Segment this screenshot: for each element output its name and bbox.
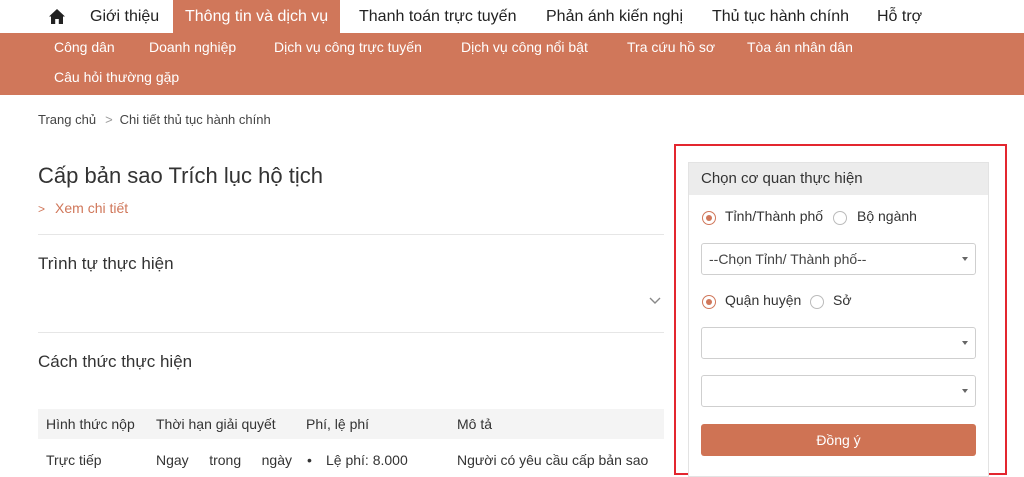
caret-down-icon <box>962 389 968 393</box>
radio-department[interactable] <box>810 295 824 309</box>
radio-province-label[interactable]: Tỉnh/Thành phố <box>725 208 823 224</box>
subnav-item-toa-an[interactable]: Tòa án nhân dân <box>747 39 853 55</box>
detail-link[interactable]: > Xem chi tiết <box>38 200 128 216</box>
nav-item-gioi-thieu[interactable]: Giới thiệu <box>90 0 159 33</box>
agency-select-panel: Chọn cơ quan thực hiện Tỉnh/Thành phố Bộ… <box>688 162 989 477</box>
subnav-item-doanh-nghiep[interactable]: Doanh nghiệp <box>149 39 236 55</box>
nav-item-ho-tro[interactable]: Hỗ trợ <box>877 0 922 33</box>
section-divider <box>38 234 664 235</box>
radio-district-label[interactable]: Quận huyện <box>725 292 801 308</box>
subnav-item-dvc-noi-bat[interactable]: Dịch vụ công nổi bật <box>461 39 588 55</box>
table-header-cell: Mô tả <box>457 416 493 432</box>
sub-nav: Công dân Doanh nghiệp Dịch vụ công trực … <box>0 33 1024 95</box>
radio-district[interactable] <box>702 295 716 309</box>
radio-department-label[interactable]: Sở <box>833 292 852 308</box>
page-title: Cấp bản sao Trích lục hộ tịch <box>38 163 323 188</box>
caret-down-icon <box>962 257 968 261</box>
nav-item-phan-anh[interactable]: Phản ánh kiến nghị <box>546 0 683 33</box>
section-title-method: Cách thức thực hiện <box>38 352 193 371</box>
section-divider <box>38 332 664 333</box>
subnav-item-tra-cuu[interactable]: Tra cứu hồ sơ <box>627 39 715 55</box>
radio-ministry-label[interactable]: Bộ ngành <box>857 208 917 224</box>
subnav-item-dvc-truc-tuyen[interactable]: Dịch vụ công trực tuyến <box>274 39 422 55</box>
chevron-down-icon[interactable] <box>648 296 662 306</box>
detail-link-label[interactable]: Xem chi tiết <box>55 200 128 216</box>
table-cell-fee: Lệ phí: 8.000 <box>326 452 408 468</box>
radio-province[interactable] <box>702 211 716 225</box>
radio-ministry[interactable] <box>833 211 847 225</box>
breadcrumb: Trang chủ > Chi tiết thủ tục hành chính <box>38 112 271 127</box>
breadcrumb-home[interactable]: Trang chủ <box>38 112 96 127</box>
table-cell-form: Trực tiếp <box>46 452 102 468</box>
chevron-right-icon: > <box>38 202 46 216</box>
table-header-cell: Phí, lệ phí <box>306 416 370 432</box>
method-table-header: Hình thức nộp Thời hạn giải quyết Phí, l… <box>38 409 664 439</box>
subnav-item-faq[interactable]: Câu hỏi thường gặp <box>54 69 179 85</box>
breadcrumb-current: Chi tiết thủ tục hành chính <box>119 112 271 127</box>
table-cell-duration: Ngay trong ngày <box>156 452 292 468</box>
caret-down-icon <box>962 341 968 345</box>
unit-select[interactable] <box>701 375 976 407</box>
province-select[interactable]: --Chọn Tỉnh/ Thành phố-- <box>701 243 976 275</box>
panel-title: Chọn cơ quan thực hiện <box>689 163 988 195</box>
district-select[interactable] <box>701 327 976 359</box>
table-cell-description: Người có yêu cầu cấp bản sao <box>457 452 649 468</box>
nav-item-thu-tuc[interactable]: Thủ tục hành chính <box>712 0 849 33</box>
top-nav: Giới thiệu Thông tin và dịch vụ Thanh to… <box>0 0 1024 33</box>
home-icon[interactable] <box>48 8 66 25</box>
submit-button[interactable]: Đồng ý <box>701 424 976 456</box>
nav-item-thong-tin-dich-vu[interactable]: Thông tin và dịch vụ <box>173 0 341 33</box>
bullet-icon: • <box>307 452 312 468</box>
table-header-cell: Thời hạn giải quyết <box>156 416 276 432</box>
nav-item-thanh-toan[interactable]: Thanh toán trực tuyến <box>359 0 516 33</box>
province-select-value: --Chọn Tỉnh/ Thành phố-- <box>709 251 867 267</box>
section-title-sequence[interactable]: Trình tự thực hiện <box>38 254 174 274</box>
table-header-cell: Hình thức nộp <box>46 416 135 432</box>
breadcrumb-separator: > <box>105 112 113 127</box>
subnav-item-cong-dan[interactable]: Công dân <box>54 39 115 55</box>
